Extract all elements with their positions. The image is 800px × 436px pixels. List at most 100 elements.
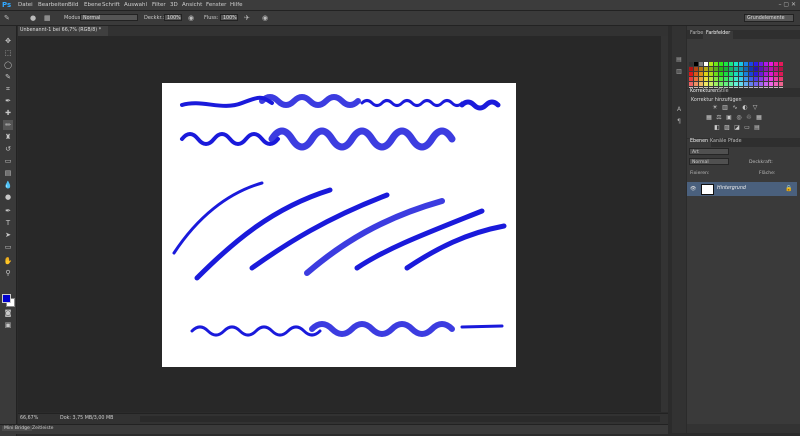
swatch[interactable] xyxy=(749,67,753,71)
swatch[interactable] xyxy=(704,82,708,86)
swatch[interactable] xyxy=(769,77,773,81)
color-balance-icon[interactable]: ⚖ xyxy=(715,114,723,122)
eyedropper-icon[interactable]: ✒ xyxy=(3,96,13,106)
swatch[interactable] xyxy=(774,72,778,76)
threshold-icon[interactable]: ◪ xyxy=(733,124,741,132)
swatch[interactable] xyxy=(764,72,768,76)
swatch[interactable] xyxy=(734,72,738,76)
swatch[interactable] xyxy=(754,77,758,81)
tab-styles[interactable]: Stile xyxy=(715,89,732,94)
tab-mini-bridge[interactable]: Mini Bridge xyxy=(2,426,32,431)
swatch[interactable] xyxy=(704,62,708,66)
swatch[interactable] xyxy=(704,72,708,76)
black-white-icon[interactable]: ▣ xyxy=(725,114,733,122)
swatch[interactable] xyxy=(759,72,763,76)
paragraph-panel-icon[interactable]: ¶ xyxy=(675,118,683,126)
document-canvas[interactable] xyxy=(162,83,516,367)
swatch[interactable] xyxy=(754,67,758,71)
swatch[interactable] xyxy=(734,62,738,66)
swatch[interactable] xyxy=(699,67,703,71)
zoom-level[interactable]: 66,67% xyxy=(20,416,38,421)
document-tab[interactable]: Unbenannt-1 bei 66,7% (RGB/8) * xyxy=(18,26,108,36)
swatch[interactable] xyxy=(779,62,783,66)
swatch[interactable] xyxy=(719,72,723,76)
eye-icon[interactable]: 👁 xyxy=(690,186,696,192)
stamp-icon[interactable]: ♜ xyxy=(3,132,13,142)
swatch[interactable] xyxy=(689,77,693,81)
swatch[interactable] xyxy=(774,67,778,71)
swatch[interactable] xyxy=(709,62,713,66)
horizontal-scrollbar[interactable] xyxy=(140,416,660,422)
swatch[interactable] xyxy=(769,72,773,76)
swatch[interactable] xyxy=(749,82,753,86)
swatch[interactable] xyxy=(774,77,778,81)
swatch[interactable] xyxy=(694,77,698,81)
swatch[interactable] xyxy=(719,77,723,81)
swatch[interactable] xyxy=(729,82,733,86)
opacity-field[interactable]: 100% xyxy=(164,14,182,21)
swatch[interactable] xyxy=(739,67,743,71)
move-icon[interactable]: ✥ xyxy=(3,36,13,46)
swatch[interactable] xyxy=(719,67,723,71)
swatch[interactable] xyxy=(709,77,713,81)
swatch[interactable] xyxy=(709,82,713,86)
menu-window[interactable]: Fenster xyxy=(206,2,226,8)
swatch[interactable] xyxy=(779,82,783,86)
quick-mask-icon[interactable]: ◙ xyxy=(3,308,13,318)
foreground-color-swatch[interactable] xyxy=(2,294,11,303)
swatch[interactable] xyxy=(764,82,768,86)
document-size[interactable]: Dok: 3,75 MB/3,00 MB xyxy=(60,416,113,421)
brush-icon[interactable]: ✏ xyxy=(3,120,13,130)
swatch[interactable] xyxy=(734,82,738,86)
flow-field[interactable]: 100% xyxy=(220,14,238,21)
swatch[interactable] xyxy=(774,62,778,66)
dodge-icon[interactable]: ● xyxy=(3,192,13,202)
swatch[interactable] xyxy=(754,82,758,86)
swatch[interactable] xyxy=(694,62,698,66)
marquee-icon[interactable]: ⬚ xyxy=(3,48,13,58)
window-controls[interactable]: – ▢ ✕ xyxy=(778,1,796,8)
healing-icon[interactable]: ✚ xyxy=(3,108,13,118)
swatch[interactable] xyxy=(714,67,718,71)
swatch[interactable] xyxy=(719,62,723,66)
properties-panel-icon[interactable]: ▥ xyxy=(675,68,683,76)
invert-icon[interactable]: ◧ xyxy=(713,124,721,132)
swatch[interactable] xyxy=(739,77,743,81)
menu-select[interactable]: Auswahl xyxy=(124,2,147,8)
swatch[interactable] xyxy=(689,82,693,86)
menu-image[interactable]: Bild xyxy=(68,2,78,8)
swatch[interactable] xyxy=(739,82,743,86)
swatch[interactable] xyxy=(699,77,703,81)
pressure-size-icon[interactable]: ◉ xyxy=(262,14,268,22)
mode-select[interactable]: Normal xyxy=(80,14,138,21)
swatch[interactable] xyxy=(764,62,768,66)
swatch[interactable] xyxy=(744,77,748,81)
swatch[interactable] xyxy=(729,67,733,71)
gradient-map-icon[interactable]: ▭ xyxy=(743,124,751,132)
tab-paths[interactable]: Pfade xyxy=(725,139,745,144)
photo-filter-icon[interactable]: ◎ xyxy=(735,114,743,122)
vibrance-icon[interactable]: ▽ xyxy=(751,104,759,112)
brightness-icon[interactable]: ☀ xyxy=(711,104,719,112)
channel-mixer-icon[interactable]: ♲ xyxy=(745,114,753,122)
layer-name[interactable]: Hintergrund xyxy=(717,186,746,191)
swatch[interactable] xyxy=(769,67,773,71)
swatch[interactable] xyxy=(694,72,698,76)
menu-file[interactable]: Datei xyxy=(18,2,33,8)
crop-icon[interactable]: ⌗ xyxy=(3,84,13,94)
swatch[interactable] xyxy=(739,72,743,76)
gradient-icon[interactable]: ▤ xyxy=(3,168,13,178)
swatch[interactable] xyxy=(689,72,693,76)
workspace-select[interactable]: Grundelemente xyxy=(744,14,794,22)
history-panel-icon[interactable]: ▤ xyxy=(675,56,683,64)
swatch[interactable] xyxy=(724,67,728,71)
swatch[interactable] xyxy=(704,67,708,71)
brush-preset-icon[interactable]: ✎ xyxy=(4,14,10,22)
hue-saturation-icon[interactable]: ▦ xyxy=(705,114,713,122)
quick-select-icon[interactable]: ✎ xyxy=(3,72,13,82)
color-lookup-icon[interactable]: ▦ xyxy=(755,114,763,122)
swatch[interactable] xyxy=(729,72,733,76)
swatch[interactable] xyxy=(689,67,693,71)
swatch[interactable] xyxy=(694,67,698,71)
swatch[interactable] xyxy=(724,72,728,76)
